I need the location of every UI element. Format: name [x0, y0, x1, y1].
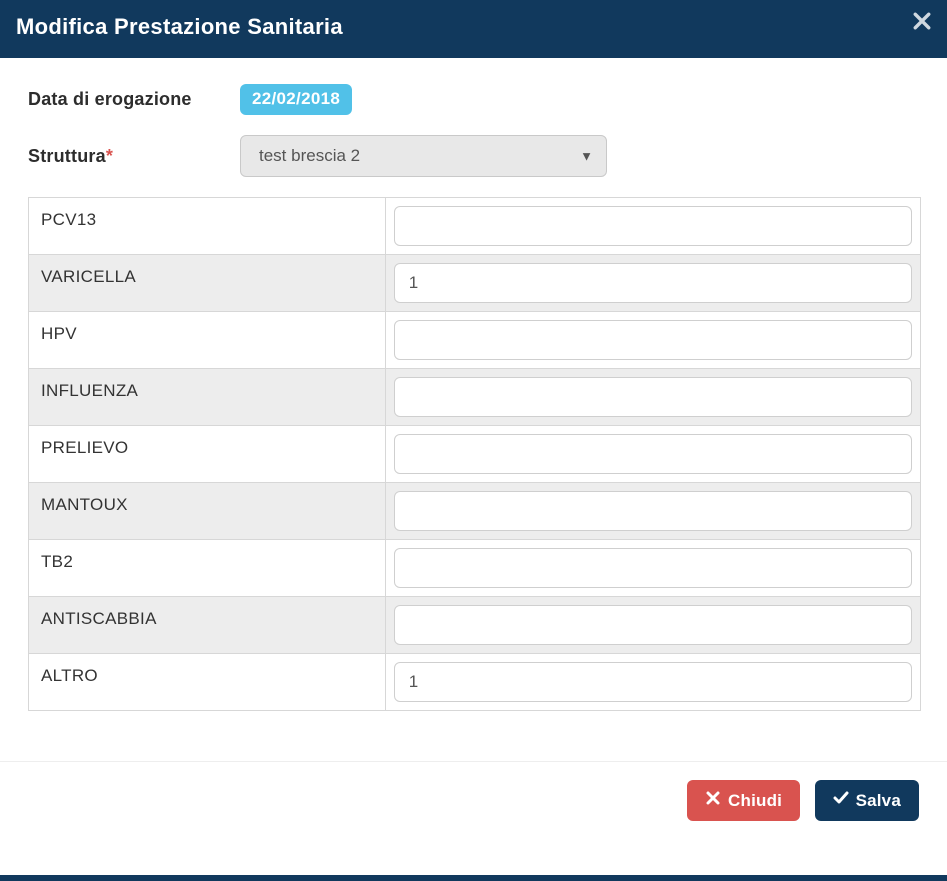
required-marker: * [106, 146, 113, 166]
row-label: PCV13 [29, 198, 386, 255]
row-value-input[interactable] [394, 662, 912, 702]
save-button[interactable]: Salva [815, 780, 919, 821]
table-row: VARICELLA [29, 255, 921, 312]
close-button[interactable]: Chiudi [687, 780, 800, 821]
row-label: MANTOUX [29, 483, 386, 540]
services-table-body: PCV13 VARICELLA HPV [29, 198, 921, 711]
row-value-cell [385, 654, 920, 711]
modal-body: Data di erogazione 22/02/2018 Struttura*… [0, 58, 947, 737]
row-label: INFLUENZA [29, 369, 386, 426]
row-value-input[interactable] [394, 491, 912, 531]
bottom-border [0, 875, 947, 881]
date-badge[interactable]: 22/02/2018 [240, 84, 352, 115]
table-row: MANTOUX [29, 483, 921, 540]
modal-title: Modifica Prestazione Sanitaria [16, 14, 343, 39]
structure-row: Struttura* test brescia 2 ▼ [28, 135, 925, 177]
table-row: ANTISCABBIA [29, 597, 921, 654]
table-row: PRELIEVO [29, 426, 921, 483]
row-value-cell [385, 483, 920, 540]
table-row: PCV13 [29, 198, 921, 255]
date-row: Data di erogazione 22/02/2018 [28, 84, 925, 115]
row-value-input[interactable] [394, 263, 912, 303]
row-value-input[interactable] [394, 605, 912, 645]
structure-select[interactable]: test brescia 2 [240, 135, 607, 177]
row-label: VARICELLA [29, 255, 386, 312]
table-scroll[interactable]: PCV13 VARICELLA HPV [28, 197, 925, 737]
row-value-cell [385, 426, 920, 483]
table-row: ALTRO [29, 654, 921, 711]
row-value-input[interactable] [394, 434, 912, 474]
save-button-label: Salva [856, 791, 901, 811]
row-value-input[interactable] [394, 320, 912, 360]
modal-footer: Chiudi Salva [0, 761, 947, 841]
row-value-input[interactable] [394, 548, 912, 588]
row-value-input[interactable] [394, 206, 912, 246]
services-table: PCV13 VARICELLA HPV [28, 197, 921, 711]
table-area: PCV13 VARICELLA HPV [28, 197, 925, 737]
row-value-input[interactable] [394, 377, 912, 417]
table-row: TB2 [29, 540, 921, 597]
row-value-cell [385, 312, 920, 369]
date-label: Data di erogazione [28, 89, 240, 110]
check-icon [833, 790, 849, 811]
structure-select-wrap: test brescia 2 ▼ [240, 135, 607, 177]
modal: Modifica Prestazione Sanitaria Data di e… [0, 0, 947, 881]
row-value-cell [385, 255, 920, 312]
table-row: INFLUENZA [29, 369, 921, 426]
close-button-icon [705, 790, 721, 811]
structure-label-text: Struttura [28, 146, 106, 166]
row-value-cell [385, 198, 920, 255]
row-label: ALTRO [29, 654, 386, 711]
row-label: ANTISCABBIA [29, 597, 386, 654]
row-value-cell [385, 597, 920, 654]
structure-label: Struttura* [28, 146, 240, 167]
close-button-label: Chiudi [728, 791, 782, 811]
row-label: PRELIEVO [29, 426, 386, 483]
row-label: TB2 [29, 540, 386, 597]
table-row: HPV [29, 312, 921, 369]
modal-header: Modifica Prestazione Sanitaria [0, 0, 947, 58]
row-label: HPV [29, 312, 386, 369]
close-icon[interactable] [913, 8, 931, 34]
row-value-cell [385, 369, 920, 426]
row-value-cell [385, 540, 920, 597]
